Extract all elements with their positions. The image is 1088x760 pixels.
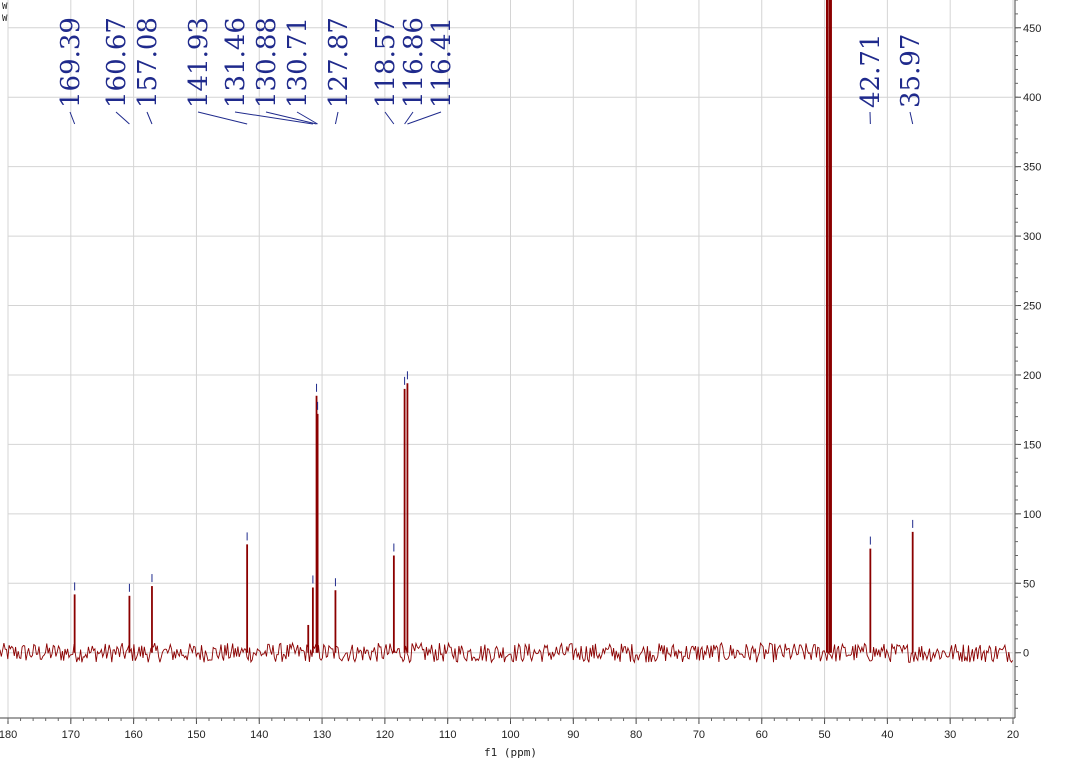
- peak-label: 157.08: [133, 17, 163, 108]
- peak-leader: [115, 111, 130, 125]
- x-tick-label: 30: [944, 729, 956, 741]
- peak-label: 118.57: [371, 17, 401, 108]
- peak-label: 116.86: [399, 17, 429, 108]
- peak-leader: [407, 111, 442, 125]
- peak-label: 127.87: [324, 17, 354, 108]
- x-axis-title: f1 (ppm): [484, 746, 537, 759]
- x-tick-label: 20: [1007, 729, 1019, 741]
- peak-label: 35.97: [896, 34, 926, 108]
- peak-label: 130.71: [283, 17, 313, 108]
- y-tick-label: 50: [1023, 578, 1035, 590]
- y-tick-label: 100: [1023, 509, 1041, 521]
- y-tick-label: 150: [1023, 439, 1041, 451]
- x-tick-label: 150: [187, 729, 205, 741]
- x-tick-label: 80: [630, 729, 642, 741]
- corner-glyph: W: [2, 14, 8, 24]
- peak-label: 116.41: [427, 17, 457, 108]
- y-tick-label: 250: [1023, 301, 1041, 313]
- x-tick-label: 140: [250, 729, 268, 741]
- nmr-spectrum-chart: 169.39 160.67 157.08 141.93 131.46 130.88 130.…: [0, 0, 1041, 759]
- peak-leader: [197, 111, 248, 125]
- x-tick-label: 120: [376, 729, 394, 741]
- x-tick-label: 40: [881, 729, 893, 741]
- peak-label: 141.93: [184, 17, 214, 108]
- peak-leader: [909, 111, 914, 125]
- peak-leader: [146, 111, 153, 125]
- y-tick-label: 400: [1023, 92, 1041, 104]
- x-tick-label: 180: [0, 729, 17, 741]
- peak-label: 131.46: [221, 17, 251, 108]
- axes: 180 170 160 150 140 130 120 110 100 90 80 70 60 50 40 3…: [0, 0, 1041, 759]
- x-tick-label: 130: [313, 729, 331, 741]
- x-tick-label: 90: [567, 729, 579, 741]
- peak-labels: 169.39 160.67 157.08 141.93 131.46 130.88 130.…: [56, 17, 926, 592]
- x-tick-label: 70: [693, 729, 705, 741]
- corner-glyph: W: [2, 2, 8, 12]
- peak-leader: [334, 111, 339, 125]
- x-tick-label: 100: [501, 729, 519, 741]
- peak-label: 160.67: [102, 17, 132, 108]
- peak-label: 130.88: [252, 17, 282, 108]
- x-tick-label: 60: [756, 729, 768, 741]
- y-tick-label: 450: [1023, 23, 1041, 35]
- y-tick-label: 300: [1023, 231, 1041, 243]
- peak-label: 169.39: [56, 17, 86, 108]
- y-tick-label: 200: [1023, 370, 1041, 382]
- x-tick-label: 170: [62, 729, 80, 741]
- y-tick-label: 350: [1023, 162, 1041, 174]
- x-tick-label: 160: [124, 729, 142, 741]
- x-tick-label: 50: [818, 729, 830, 741]
- peak-label: 42.71: [856, 34, 886, 108]
- peak-leader: [384, 111, 395, 125]
- y-tick-label: 0: [1023, 648, 1029, 660]
- x-tick-label: 110: [439, 729, 457, 741]
